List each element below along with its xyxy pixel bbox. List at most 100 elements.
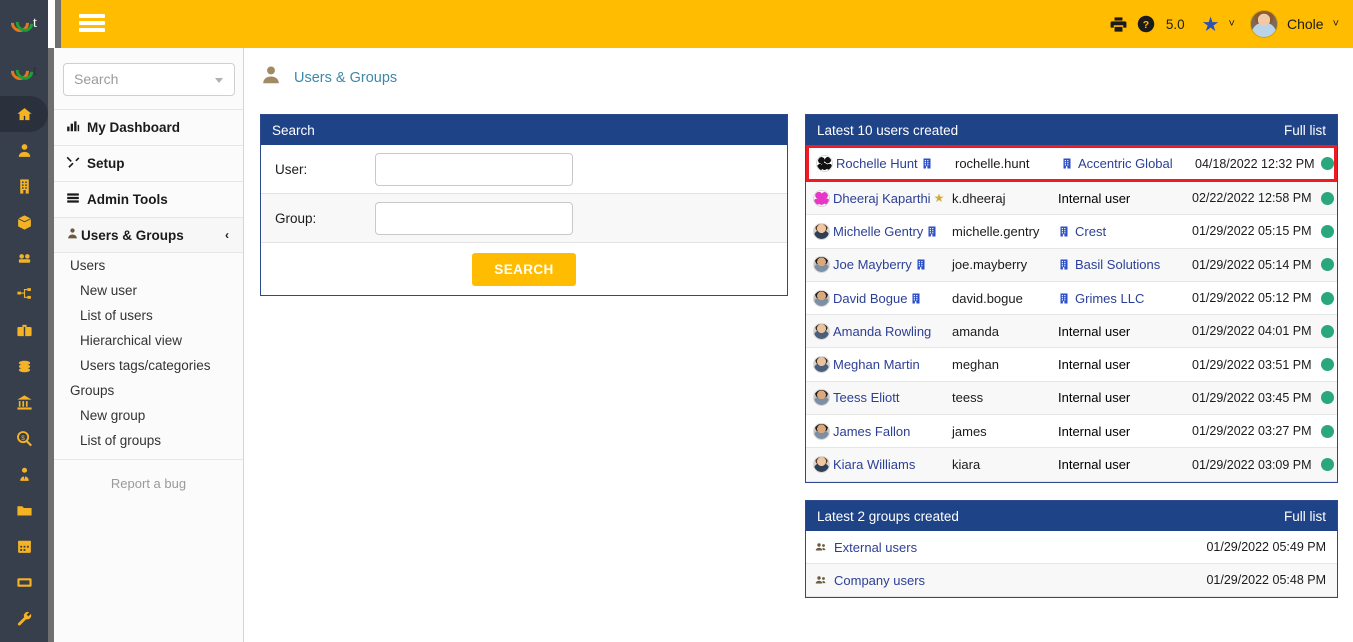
sidebar-search-input[interactable]: Search: [63, 63, 235, 96]
rail-item-bank[interactable]: [0, 384, 48, 420]
star-icon[interactable]: ★: [1202, 12, 1220, 37]
table-row[interactable]: Rochelle Hunt rochelle.hunt Accentric Glob…: [806, 145, 1337, 182]
user-org-cell: Internal user: [1058, 324, 1192, 339]
table-row[interactable]: Teess Eliott teess Internal user 01/29/2022…: [806, 381, 1337, 416]
user-menu-label[interactable]: Chole: [1287, 16, 1324, 32]
rail-item-ticket[interactable]: [0, 564, 48, 600]
users-full-list-link[interactable]: Full list: [1284, 123, 1326, 138]
table-row[interactable]: Dheeraj Kaparthi ★ k.dheeraj Internal user 0…: [806, 182, 1337, 216]
rail-item-box[interactable]: [0, 204, 48, 240]
rail-item-user-tie[interactable]: [0, 456, 48, 492]
building-icon: [1060, 226, 1068, 237]
rail-item-home[interactable]: [0, 96, 48, 132]
rail-item-calendar[interactable]: [0, 528, 48, 564]
user-name-link[interactable]: Amanda Rowling: [833, 324, 931, 339]
sidebar-item-setup[interactable]: Setup: [54, 146, 243, 182]
user-status-cell: [1318, 391, 1337, 405]
rail-item-user[interactable]: [0, 132, 48, 168]
user-org-link[interactable]: Grimes LLC: [1075, 291, 1144, 306]
user-chevron-down-icon[interactable]: ˅: [1333, 18, 1339, 30]
version-label: 5.0: [1165, 16, 1185, 32]
rail-item-building[interactable]: [0, 168, 48, 204]
sidebar-subitem-groups[interactable]: Groups: [54, 378, 243, 403]
printer-icon[interactable]: [1109, 15, 1128, 34]
status-badge: [1321, 391, 1334, 405]
user-org-link[interactable]: Accentric Global: [1078, 156, 1173, 171]
app-logo-top[interactable]: t: [0, 0, 48, 48]
table-row[interactable]: David Bogue david.bogue Grimes LLC 01/29/20…: [806, 282, 1337, 316]
report-a-bug-link[interactable]: Report a bug: [54, 476, 243, 491]
rail-item-briefcase[interactable]: [0, 312, 48, 348]
chevron-left-icon[interactable]: ‹: [225, 228, 229, 242]
user-org-label: Internal user: [1058, 190, 1131, 206]
user-org-label: Internal user: [1058, 323, 1131, 339]
table-row[interactable]: Michelle Gentry michelle.gentry Crest 01/29…: [806, 215, 1337, 249]
briefcase-icon: [16, 324, 32, 336]
sidebar-subitem-list-of-groups[interactable]: List of groups: [54, 428, 243, 453]
table-row[interactable]: Kiara Williams kiara Internal user 01/29/20…: [806, 448, 1337, 482]
group-search-input[interactable]: [375, 201, 573, 235]
rail-item-sitemap[interactable]: [0, 276, 48, 312]
user-login-cell: teess: [952, 390, 984, 406]
rail-item-search-dollar[interactable]: $: [0, 420, 48, 456]
sidebar-subitem-hierarchical-view[interactable]: Hierarchical view: [54, 328, 243, 353]
rail-item-folder[interactable]: [0, 492, 48, 528]
latest-groups-title: Latest 2 groups created: [817, 508, 959, 524]
avatar: [816, 155, 833, 172]
user-name-link[interactable]: James Fallon: [833, 424, 910, 439]
table-row[interactable]: Joe Mayberry joe.mayberry Basil Solutions 0…: [806, 248, 1337, 282]
group-name-link[interactable]: External users: [834, 540, 917, 555]
sidebar-subitem-users[interactable]: Users: [54, 253, 243, 278]
rail-item-coins[interactable]: [0, 348, 48, 384]
hamburger-icon[interactable]: [79, 12, 105, 34]
list-item[interactable]: External users 01/29/2022 05:49 PM: [806, 531, 1337, 564]
user-name-link[interactable]: Teess Eliott: [833, 390, 899, 405]
sidebar-subitem-new-group[interactable]: New group: [54, 403, 243, 428]
help-circle-icon[interactable]: ?: [1137, 15, 1155, 33]
user-login-cell: amanda: [952, 323, 999, 339]
user-created-date-cell: 01/29/2022 05:14 PM: [1192, 257, 1312, 272]
rail-item-cubes[interactable]: [0, 240, 48, 276]
building-icon: [1060, 259, 1068, 270]
building-icon: [928, 226, 936, 237]
avatar: [813, 256, 830, 274]
table-row[interactable]: Meghan Martin meghan Internal user 01/29/20…: [806, 348, 1337, 382]
avatar[interactable]: [1249, 10, 1278, 38]
user-name-link[interactable]: Michelle Gentry: [833, 224, 923, 239]
user-search-input[interactable]: [375, 152, 573, 186]
list-item[interactable]: Company users 01/29/2022 05:48 PM: [806, 564, 1337, 597]
rail-item-list: $: [0, 96, 48, 636]
app-logo-secondary[interactable]: t: [0, 48, 48, 96]
sidebar-subitem-users-tags-categories[interactable]: Users tags/categories: [54, 353, 243, 378]
wrench-icon: [17, 611, 31, 626]
user-name-link[interactable]: Joe Mayberry: [833, 257, 912, 272]
breadcrumb-label[interactable]: Users & Groups: [294, 70, 397, 86]
user-name-link[interactable]: Kiara Williams: [833, 457, 915, 472]
user-name-link[interactable]: Dheeraj Kaparthi: [833, 191, 931, 206]
user-org-link[interactable]: Crest: [1075, 224, 1106, 239]
sidebar-subitem-new-user[interactable]: New user: [54, 278, 243, 303]
chevron-down-icon[interactable]: [215, 78, 223, 83]
group-name-link[interactable]: Company users: [834, 573, 925, 588]
user-name-link[interactable]: Meghan Martin: [833, 357, 920, 372]
groups-full-list-link[interactable]: Full list: [1284, 509, 1326, 524]
sidebar-subitem-list-of-users[interactable]: List of users: [54, 303, 243, 328]
status-badge: [1321, 157, 1334, 170]
user-name-link[interactable]: David Bogue: [833, 291, 907, 306]
user-org-link[interactable]: Basil Solutions: [1075, 257, 1160, 272]
app-root: t t $ Search My Dashboard Setup Admin Tool…: [0, 0, 1353, 642]
sidebar-item-admin-tools[interactable]: Admin Tools: [54, 182, 243, 218]
table-row[interactable]: Amanda Rowling amanda Internal user 01/29/2…: [806, 315, 1337, 349]
user-name-link[interactable]: Rochelle Hunt: [836, 156, 918, 171]
calendar-icon: [17, 540, 31, 553]
search-panel-header: Search: [261, 115, 787, 145]
search-button[interactable]: SEARCH: [472, 252, 576, 286]
user-name-cell: Dheeraj Kaparthi ★: [806, 189, 952, 207]
sidebar-item-users-groups[interactable]: Users & Groups ‹: [54, 218, 243, 253]
star-chevron-down-icon[interactable]: ˅: [1229, 18, 1235, 30]
sidebar-item-my-dashboard[interactable]: My Dashboard: [54, 110, 243, 146]
user-name-cell: Rochelle Hunt: [809, 155, 955, 172]
rail-item-wrench[interactable]: [0, 600, 48, 636]
latest-groups-list: External users 01/29/2022 05:49 PM Company…: [806, 531, 1337, 597]
table-row[interactable]: James Fallon james Internal user 01/29/2022…: [806, 415, 1337, 449]
